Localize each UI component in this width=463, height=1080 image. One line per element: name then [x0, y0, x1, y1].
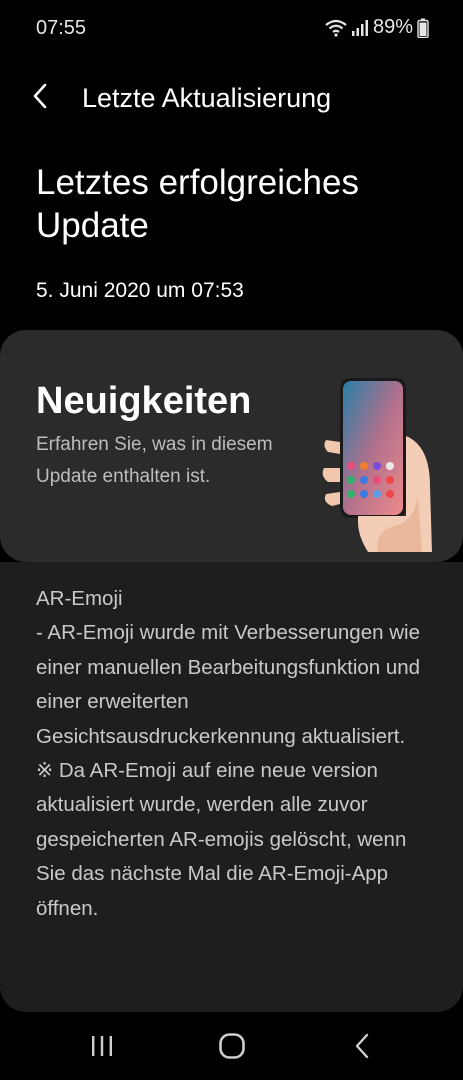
home-button[interactable]: [210, 1030, 254, 1066]
news-card-title: Neuigkeiten: [36, 380, 252, 422]
app-bar: Letzte Aktualisierung: [0, 70, 463, 128]
status-time: 07:55: [36, 17, 87, 39]
release-notes-text: AR-Emoji - AR-Emoji wurde mit Verbesseru…: [36, 587, 421, 920]
home-icon: [218, 1032, 246, 1065]
back-icon: [354, 1033, 370, 1064]
recents-button[interactable]: [80, 1030, 124, 1066]
back-button[interactable]: [22, 80, 58, 116]
navigation-bar: [0, 1016, 463, 1080]
update-date: 5. Juni 2020 um 07:53: [36, 279, 244, 302]
recents-icon: [89, 1034, 115, 1063]
battery-icon: [417, 18, 429, 38]
update-status-title: Letztes erfolgreiches Update: [36, 163, 359, 245]
news-card[interactable]: Neuigkeiten Erfahren Sie, was in diesem …: [0, 330, 463, 562]
wifi-icon: [325, 19, 347, 37]
status-bar: 07:55 89%: [0, 0, 463, 58]
status-icons: 89%: [325, 16, 429, 39]
phone-in-hand-illustration: [318, 376, 436, 552]
signal-icon: [351, 19, 369, 37]
nav-back-button[interactable]: [340, 1030, 384, 1066]
news-card-description: Erfahren Sie, was in diesem Update entha…: [36, 434, 273, 487]
page-title: Letzte Aktualisierung: [82, 83, 332, 113]
release-notes-panel: AR-Emoji - AR-Emoji wurde mit Verbesseru…: [0, 562, 463, 1012]
chevron-left-icon: [32, 83, 48, 114]
battery-level: 89%: [372, 16, 413, 38]
